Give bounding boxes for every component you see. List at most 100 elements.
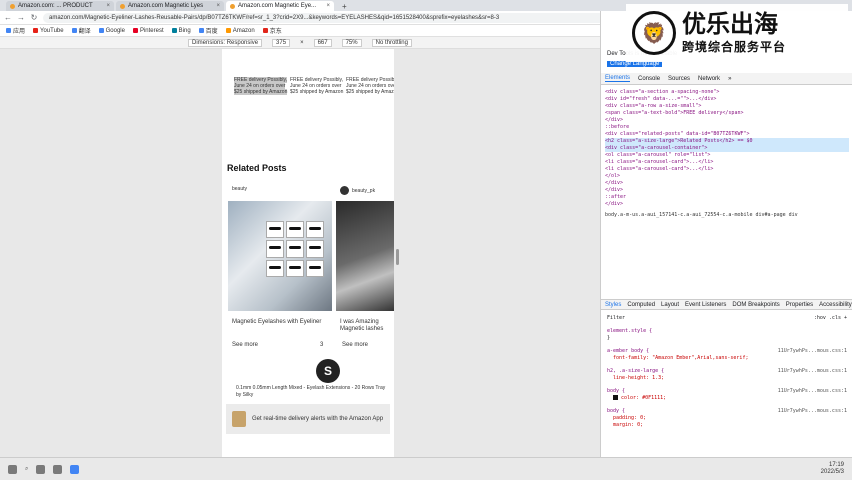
tab-network[interactable]: Network: [698, 76, 720, 82]
post-caption[interactable]: Magnetic Eyelashes with Eyeliner: [232, 319, 332, 326]
tab-accessibility[interactable]: Accessibility: [819, 302, 852, 308]
close-tab-icon[interactable]: ×: [216, 3, 220, 9]
tab-computed[interactable]: Computed: [627, 302, 655, 308]
dom-node[interactable]: <div class="a-row a-size-small">: [605, 103, 849, 110]
bookmark-item[interactable]: 翻译: [71, 26, 91, 35]
post-caption[interactable]: I was Amazing Magnetic lashes: [340, 319, 394, 333]
viewport-width-input[interactable]: 375: [272, 38, 291, 47]
post-author[interactable]: beauty_pk: [340, 186, 375, 195]
bookmark-item[interactable]: 百度: [198, 26, 218, 35]
delivery-info: FREE delivery Possibly, June 24 on order…: [234, 77, 288, 95]
taskbar-app-icon[interactable]: [53, 464, 63, 474]
bookmark-item[interactable]: Pinterest: [132, 28, 164, 34]
dom-node[interactable]: </ol>: [605, 173, 849, 180]
styles-pane: Filter :hov .cls + element.style { } a-e…: [601, 311, 852, 457]
tab-styles[interactable]: Styles: [605, 302, 621, 308]
bookmark-item[interactable]: Google: [98, 28, 125, 34]
reload-icon[interactable]: ↻: [30, 13, 38, 22]
dom-node[interactable]: ::before: [605, 124, 849, 131]
tab-sources[interactable]: Sources: [668, 76, 690, 82]
throttle-select[interactable]: No throttling: [371, 38, 412, 47]
dom-tree: <div class="a-section a-spacing-none"> <…: [601, 85, 852, 299]
device-select[interactable]: Dimensions: Responsive: [188, 38, 263, 47]
tab-elements[interactable]: Elements: [605, 75, 631, 82]
amazon-favicon: [10, 3, 15, 9]
styles-filter-input[interactable]: Filter: [607, 315, 625, 322]
dom-node[interactable]: <ol class="a-carousel" role="list">: [605, 152, 849, 159]
post-author[interactable]: beauty: [232, 186, 247, 192]
bookmark-item[interactable]: 应用: [6, 26, 25, 35]
style-rule: a-ember body {11Ur7ywhPs...mous.css:1 fo…: [607, 348, 847, 361]
jd-icon: [262, 28, 268, 33]
back-icon[interactable]: ←: [4, 13, 12, 22]
system-clock[interactable]: 17:19 2022/5/3: [821, 462, 844, 476]
dom-node[interactable]: ::after: [605, 194, 849, 201]
browser-tab-2[interactable]: Amazon.com Magnetic Lyes ×: [116, 1, 224, 11]
dom-node[interactable]: <div class="related-posts" data-id="B07T…: [605, 131, 849, 138]
more-tabs-button[interactable]: »: [728, 76, 731, 82]
avatar: [340, 186, 349, 195]
baidu-icon: [198, 28, 204, 33]
dom-node[interactable]: </div>: [605, 117, 849, 124]
bookmark-item[interactable]: 京东: [262, 26, 282, 35]
tab-properties[interactable]: Properties: [786, 302, 813, 308]
dom-breadcrumb[interactable]: body.a-m-us.a-aui_157141-c.a-aui_72554-c…: [605, 212, 849, 219]
pinterest-icon: [132, 28, 138, 33]
bookmarks-bar: 应用 YouTube 翻译 Google Pinterest Bing 百度 A…: [0, 25, 600, 37]
watermark-subtitle: 跨境综合服务平台: [682, 39, 787, 54]
url-text: amazon.com/Magnetic-Eyeliner-Lashes-Reus…: [49, 14, 500, 21]
bookmark-item[interactable]: YouTube: [33, 28, 64, 34]
color-swatch[interactable]: [613, 395, 618, 400]
tab-title: Amazon.com: ... PRODUCT: [18, 3, 93, 9]
dom-node-selected[interactable]: <div class="a-carousel-container">: [605, 145, 849, 152]
translate-icon: [71, 28, 77, 33]
browser-taskbar-icon[interactable]: [70, 464, 80, 474]
devtools-panel: Dev Tools is now available Change Langua…: [600, 11, 852, 457]
tab-layout[interactable]: Layout: [661, 302, 679, 308]
page-scrollbar[interactable]: [396, 249, 399, 265]
post-image[interactable]: [228, 201, 332, 311]
dom-node[interactable]: </div>: [605, 201, 849, 208]
close-tab-icon[interactable]: ×: [326, 3, 330, 9]
bookmark-item[interactable]: Bing: [171, 28, 191, 34]
zoom-select[interactable]: 75%: [341, 38, 362, 47]
amazon-app-icon: [232, 411, 246, 427]
dom-node[interactable]: <li class="a-carousel-card">...</li>: [605, 159, 849, 166]
delivery-info: FREE delivery Possibly, June 24 on order…: [290, 77, 344, 95]
dom-node[interactable]: </div>: [605, 187, 849, 194]
start-icon[interactable]: [8, 464, 17, 474]
new-tab-button[interactable]: +: [336, 2, 353, 11]
bookmark-item[interactable]: Amazon: [225, 28, 255, 34]
apps-icon: [6, 28, 11, 33]
see-more-link[interactable]: See more: [232, 342, 258, 348]
taskbar-search-icon[interactable]: ⌕: [25, 466, 28, 473]
see-more-link[interactable]: See more: [342, 342, 368, 348]
post-image[interactable]: [336, 201, 394, 311]
taskbar: ⌕ 17:19 2022/5/3: [0, 457, 852, 480]
close-tab-icon[interactable]: ×: [106, 3, 110, 9]
app-alert-banner[interactable]: Get real-time delivery alerts with the A…: [226, 404, 390, 434]
taskbar-app-icon[interactable]: [36, 464, 46, 474]
tab-dom-breakpoints[interactable]: DOM Breakpoints: [732, 302, 779, 308]
youtube-icon: [33, 28, 39, 33]
styles-filter-flags[interactable]: :hov .cls +: [814, 315, 847, 322]
dom-node-selected[interactable]: <h2 class="a-size-large">Related Posts</…: [605, 138, 849, 145]
dom-node[interactable]: <div id="fresh" data-...="">...</div>: [605, 96, 849, 103]
dom-node[interactable]: <div class="a-section a-spacing-none">: [605, 89, 849, 96]
dimension-separator: ×: [300, 39, 304, 46]
viewport-height-input[interactable]: 667: [313, 38, 332, 47]
dom-node[interactable]: </div>: [605, 180, 849, 187]
devtools-tab-bar: Elements Console Sources Network »: [601, 73, 852, 85]
tab-console[interactable]: Console: [638, 76, 660, 82]
mobile-page: FREE delivery Possibly, June 24 on order…: [222, 49, 394, 457]
browser-tab-1[interactable]: Amazon.com: ... PRODUCT ×: [6, 1, 114, 11]
forward-icon[interactable]: →: [17, 13, 25, 22]
dom-node[interactable]: <li class="a-carousel-card">...</li>: [605, 166, 849, 173]
browser-tab-3[interactable]: Amazon.com Magnetic Eye... ×: [226, 1, 334, 11]
tab-event-listeners[interactable]: Event Listeners: [685, 302, 726, 308]
dom-node[interactable]: <span class="a-text-bold">FREE delivery<…: [605, 110, 849, 117]
product-title-link[interactable]: 0.1mm 0.05mm Length Mixed - Eyelash Exte…: [236, 385, 386, 399]
delivery-info: FREE delivery Possibly, June 24 on order…: [346, 77, 394, 95]
style-rule: element.style { }: [607, 328, 653, 341]
brand-logo-badge[interactable]: S: [316, 359, 340, 383]
